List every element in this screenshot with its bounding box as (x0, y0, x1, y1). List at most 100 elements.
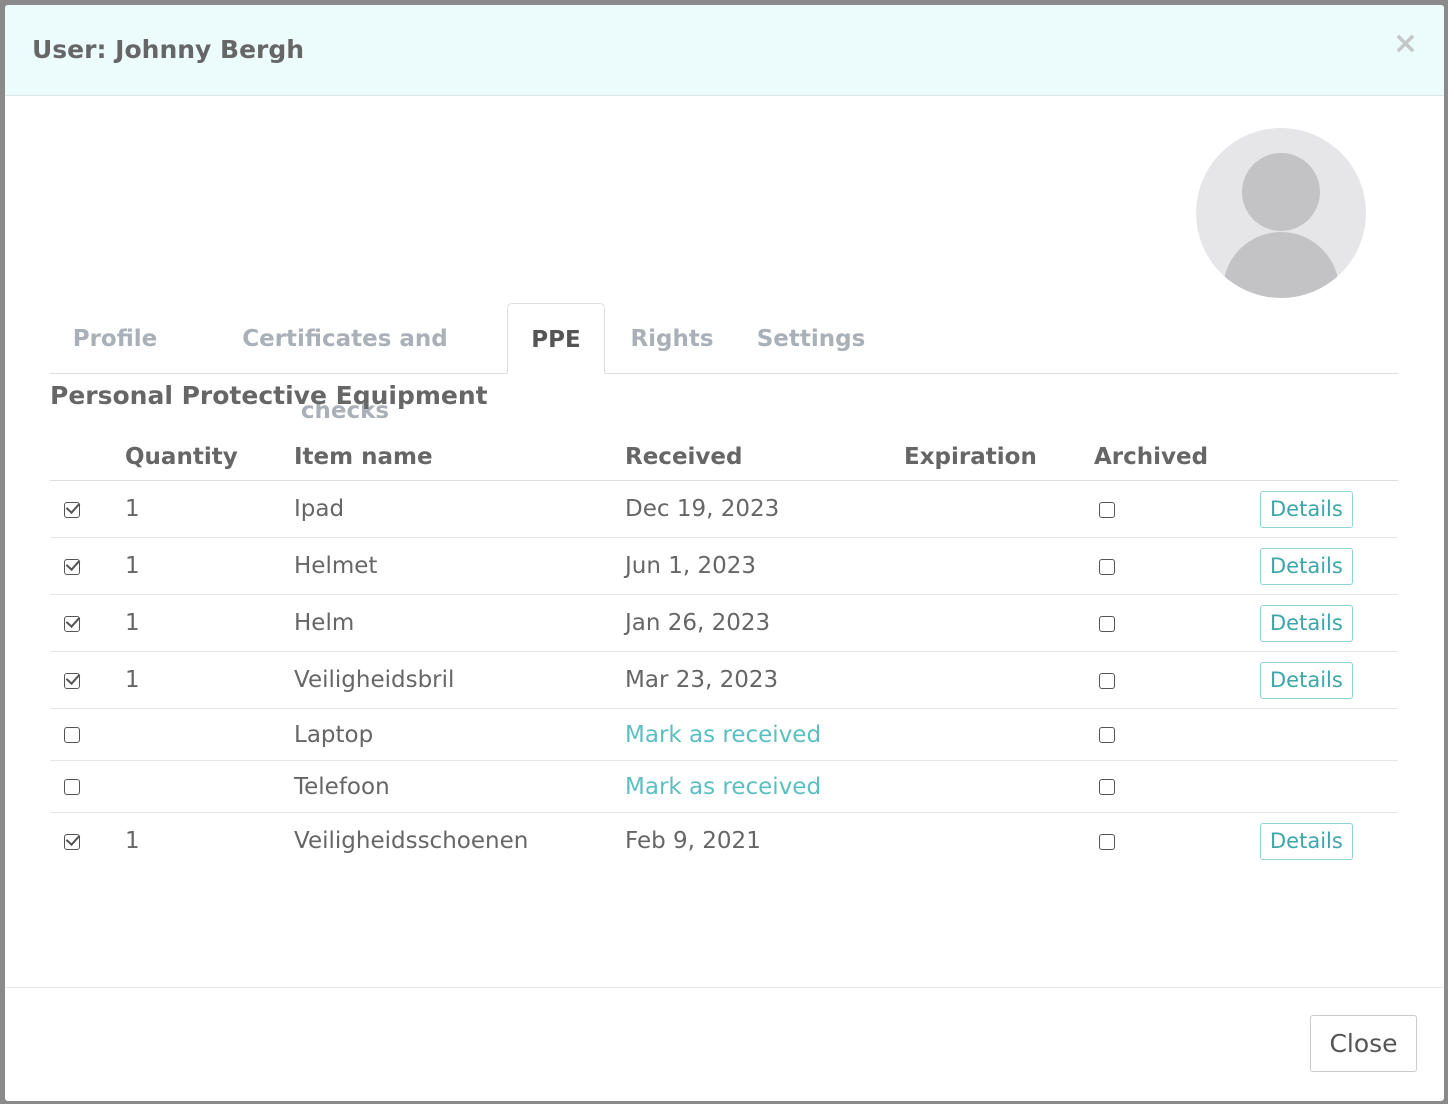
received-checkbox[interactable] (64, 672, 80, 689)
section-title: Personal Protective Equipment (50, 381, 488, 410)
expiration-cell (904, 537, 1094, 595)
archived-cell (1094, 537, 1260, 595)
action-cell: Details (1260, 813, 1398, 870)
action-cell: Details (1260, 480, 1398, 538)
modal-footer: Close (5, 987, 1444, 1101)
archived-cell (1094, 480, 1260, 538)
col-header-item-name: Item name (294, 433, 625, 481)
archived-checkbox[interactable] (1099, 727, 1115, 743)
archived-cell (1094, 594, 1260, 652)
details-button[interactable]: Details (1260, 604, 1353, 642)
close-icon[interactable]: × (1393, 29, 1418, 59)
archived-checkbox[interactable] (1099, 833, 1115, 850)
select-cell (50, 708, 125, 761)
modal-header: User: Johnny Bergh × (5, 5, 1444, 96)
received-checkbox[interactable] (64, 501, 80, 518)
col-header-select (50, 433, 125, 481)
expiration-cell (904, 594, 1094, 652)
close-button[interactable]: Close (1310, 1015, 1417, 1072)
tab-settings[interactable]: Settings (750, 303, 872, 373)
tab-bar: Profile Certificates and checks PPE Righ… (50, 303, 1398, 424)
archived-cell (1094, 813, 1260, 870)
table-row: 1 Ipad Dec 19, 2023 Details (50, 480, 1398, 538)
table-header-row: Quantity Item name Received Expiration A… (50, 433, 1398, 481)
received-cell: Feb 9, 2021 (625, 828, 761, 854)
user-modal: User: Johnny Bergh × Profile Certificate… (5, 5, 1444, 1101)
select-cell (50, 594, 125, 652)
received-checkbox[interactable] (64, 833, 80, 850)
archived-cell (1094, 708, 1260, 761)
col-header-quantity: Quantity (125, 433, 294, 481)
tab-profile[interactable]: Profile (50, 303, 180, 373)
select-cell (50, 651, 125, 709)
details-button[interactable]: Details (1260, 547, 1353, 585)
details-button[interactable]: Details (1260, 822, 1353, 860)
details-button[interactable]: Details (1260, 490, 1353, 528)
tab-ppe[interactable]: PPE (507, 303, 605, 374)
expiration-cell (904, 651, 1094, 709)
archived-checkbox[interactable] (1099, 779, 1115, 795)
quantity-cell: 1 (125, 651, 294, 709)
action-cell (1260, 760, 1398, 813)
archived-checkbox[interactable] (1099, 672, 1115, 689)
select-cell (50, 813, 125, 870)
quantity-cell (125, 708, 294, 761)
quantity-cell: 1 (125, 480, 294, 538)
quantity-cell: 1 (125, 828, 140, 854)
avatar-head (1242, 153, 1320, 231)
table-row: 1 Helm Jan 26, 2023 Details (50, 594, 1398, 652)
col-header-archived: Archived (1094, 433, 1260, 481)
tab-rights[interactable]: Rights (622, 303, 722, 373)
received-cell: Mark as received (625, 760, 904, 813)
action-cell: Details (1260, 594, 1398, 652)
archived-checkbox[interactable] (1099, 558, 1115, 575)
archived-cell (1094, 760, 1260, 813)
col-header-expiration: Expiration (904, 433, 1094, 481)
select-cell (50, 537, 125, 595)
item-name-cell: Telefoon (294, 760, 625, 813)
received-cell: Jan 26, 2023 (625, 594, 904, 652)
received-checkbox[interactable] (64, 558, 80, 575)
quantity-cell (125, 760, 294, 813)
action-cell: Details (1260, 651, 1398, 709)
select-cell (50, 480, 125, 538)
table-row: 1 Helmet Jun 1, 2023 Details (50, 537, 1398, 595)
received-cell: Dec 19, 2023 (625, 480, 904, 538)
archived-checkbox[interactable] (1099, 501, 1115, 518)
action-cell: Details (1260, 537, 1398, 595)
item-name-cell: Ipad (294, 480, 625, 538)
select-cell (50, 760, 125, 813)
received-cell: Jun 1, 2023 (625, 537, 904, 595)
tab-certificates[interactable]: Certificates and checks (200, 303, 490, 424)
item-name-cell: Helmet (294, 537, 625, 595)
received-checkbox[interactable] (64, 727, 80, 743)
quantity-cell: 1 (125, 594, 294, 652)
table-row: Laptop Mark as received (50, 708, 1398, 761)
action-cell (1260, 708, 1398, 761)
table-row: 1 Veiligheidsschoenen Feb 9, 2021 Details (50, 813, 1398, 870)
expiration-cell (904, 708, 1094, 761)
col-header-actions (1260, 433, 1398, 481)
mark-as-received-link[interactable]: Mark as received (625, 722, 821, 748)
received-cell: Mar 23, 2023 (625, 651, 904, 709)
expiration-cell (904, 813, 1094, 870)
received-cell: Mark as received (625, 708, 904, 761)
table-row: 1 Veiligheidsbril Mar 23, 2023 Details (50, 651, 1398, 709)
ppe-table: Quantity Item name Received Expiration A… (50, 433, 1398, 869)
received-checkbox[interactable] (64, 779, 80, 795)
details-button[interactable]: Details (1260, 661, 1353, 699)
archived-cell (1094, 651, 1260, 709)
quantity-cell: 1 (125, 537, 294, 595)
item-name-cell: Veiligheidsschoenen (294, 828, 529, 854)
col-header-received: Received (625, 433, 904, 481)
item-name-cell: Helm (294, 594, 625, 652)
modal-title: User: Johnny Bergh (32, 35, 305, 64)
archived-checkbox[interactable] (1099, 615, 1115, 632)
avatar-body (1223, 232, 1339, 298)
mark-as-received-link[interactable]: Mark as received (625, 774, 821, 800)
item-name-cell: Veiligheidsbril (294, 651, 625, 709)
table-row: Telefoon Mark as received (50, 760, 1398, 813)
avatar (1196, 128, 1366, 298)
received-checkbox[interactable] (64, 615, 80, 632)
item-name-cell: Laptop (294, 708, 625, 761)
